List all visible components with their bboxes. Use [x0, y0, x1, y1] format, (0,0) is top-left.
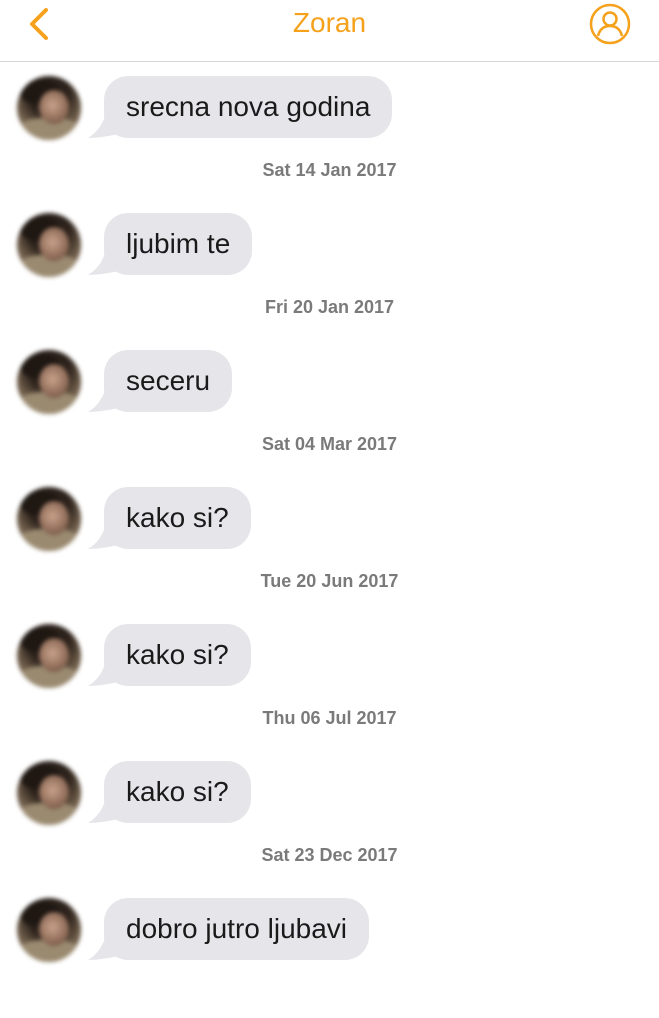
message-bubble[interactable]: srecna nova godina [104, 76, 393, 138]
avatar[interactable] [17, 898, 81, 962]
message-bubble[interactable]: kako si? [104, 487, 251, 549]
message-timestamp: Tue 20 Jun 2017 [260, 571, 399, 591]
avatar[interactable] [17, 624, 81, 688]
avatar[interactable] [17, 213, 81, 277]
message-row: dobro jutro ljubavi [0, 898, 659, 1018]
message-timestamp: Sat 04 Mar 2017 [261, 434, 398, 454]
profile-button[interactable] [588, 2, 632, 46]
user-circle-icon [589, 3, 631, 45]
avatar[interactable] [17, 350, 81, 414]
chat-header: Zoran [0, 0, 659, 62]
message-timestamp: Sat 23 Dec 2017 [261, 845, 398, 865]
avatar[interactable] [17, 76, 81, 140]
message-timestamp: Sat 14 Jan 2017 [262, 160, 397, 180]
message-bubble[interactable]: dobro jutro ljubavi [104, 898, 370, 960]
message-timestamp: Thu 06 Jul 2017 [262, 708, 397, 728]
message-timestamp: Fri 20 Jan 2017 [264, 297, 395, 317]
message-bubble[interactable]: kako si? [104, 624, 251, 686]
message-bubble[interactable]: kako si? [104, 761, 251, 823]
message-bubble[interactable]: seceru [104, 350, 233, 412]
avatar[interactable] [17, 761, 81, 825]
message-bubble[interactable]: ljubim te [104, 213, 253, 275]
chat-title: Zoran [292, 7, 367, 38]
avatar[interactable] [17, 487, 81, 551]
